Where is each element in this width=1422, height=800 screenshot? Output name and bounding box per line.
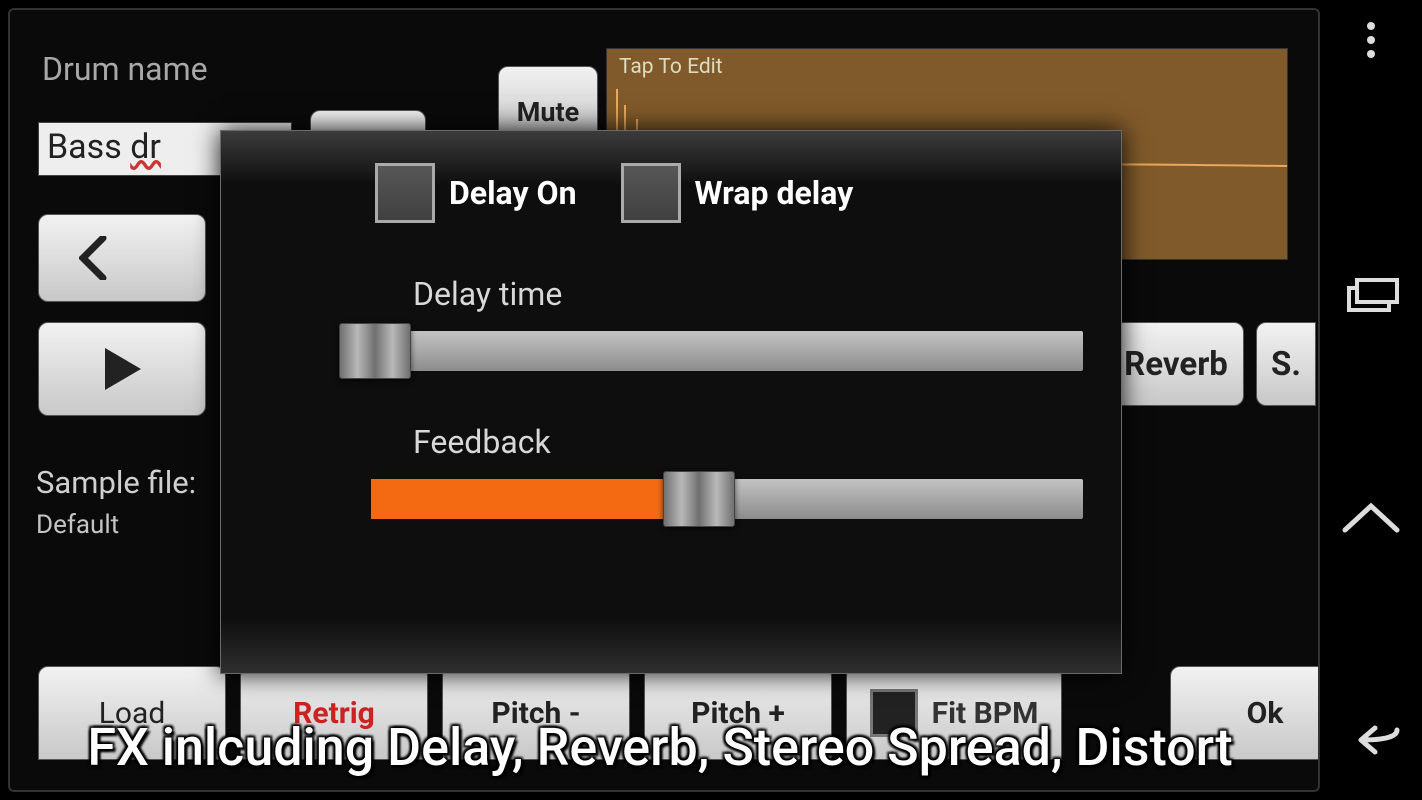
wrap-delay-checkbox[interactable]: Wrap delay xyxy=(621,163,854,223)
recent-apps-icon[interactable] xyxy=(1343,276,1399,320)
android-nav-bar xyxy=(1320,0,1422,800)
s-tab[interactable]: S. xyxy=(1256,322,1316,406)
delay-time-label: Delay time xyxy=(413,275,1077,313)
delay-settings-dialog: Delay On Wrap delay Delay time Feedback xyxy=(220,130,1122,674)
drum-name-label: Drum name xyxy=(42,50,208,88)
overflow-menu-icon[interactable] xyxy=(1355,20,1387,64)
app-window: Drum name Bass dr Mute Tap To Edit Rever… xyxy=(8,8,1320,792)
checkbox-box-icon xyxy=(621,163,681,223)
drum-name-text-pre: Bass xyxy=(47,127,130,167)
slider-thumb[interactable] xyxy=(339,323,411,379)
slider-fill xyxy=(371,479,699,519)
play-button[interactable] xyxy=(38,322,206,416)
delay-on-checkbox[interactable]: Delay On xyxy=(375,163,577,223)
feedback-slider[interactable] xyxy=(371,479,1083,519)
slider-thumb[interactable] xyxy=(663,471,735,527)
home-icon[interactable] xyxy=(1341,500,1401,540)
reverb-tab[interactable]: Reverb xyxy=(1108,322,1244,406)
delay-time-slider[interactable] xyxy=(371,331,1083,371)
waveform-hint: Tap To Edit xyxy=(619,55,723,79)
chevron-left-icon xyxy=(79,236,109,280)
drum-name-text-typo: dr xyxy=(130,127,161,167)
wrap-delay-label: Wrap delay xyxy=(695,174,854,212)
mute-group-button[interactable]: Mute xyxy=(498,66,598,136)
sample-file-value: Default xyxy=(36,510,119,540)
play-icon xyxy=(97,344,147,394)
sample-file-label: Sample file: xyxy=(36,464,196,501)
feedback-label: Feedback xyxy=(413,423,1077,461)
prev-button[interactable] xyxy=(38,214,206,302)
promo-caption: FX inlcuding Delay, Reverb, Stereo Sprea… xyxy=(0,717,1320,778)
back-icon[interactable] xyxy=(1341,720,1401,760)
delay-on-label: Delay On xyxy=(449,174,577,212)
checkbox-box-icon xyxy=(375,163,435,223)
